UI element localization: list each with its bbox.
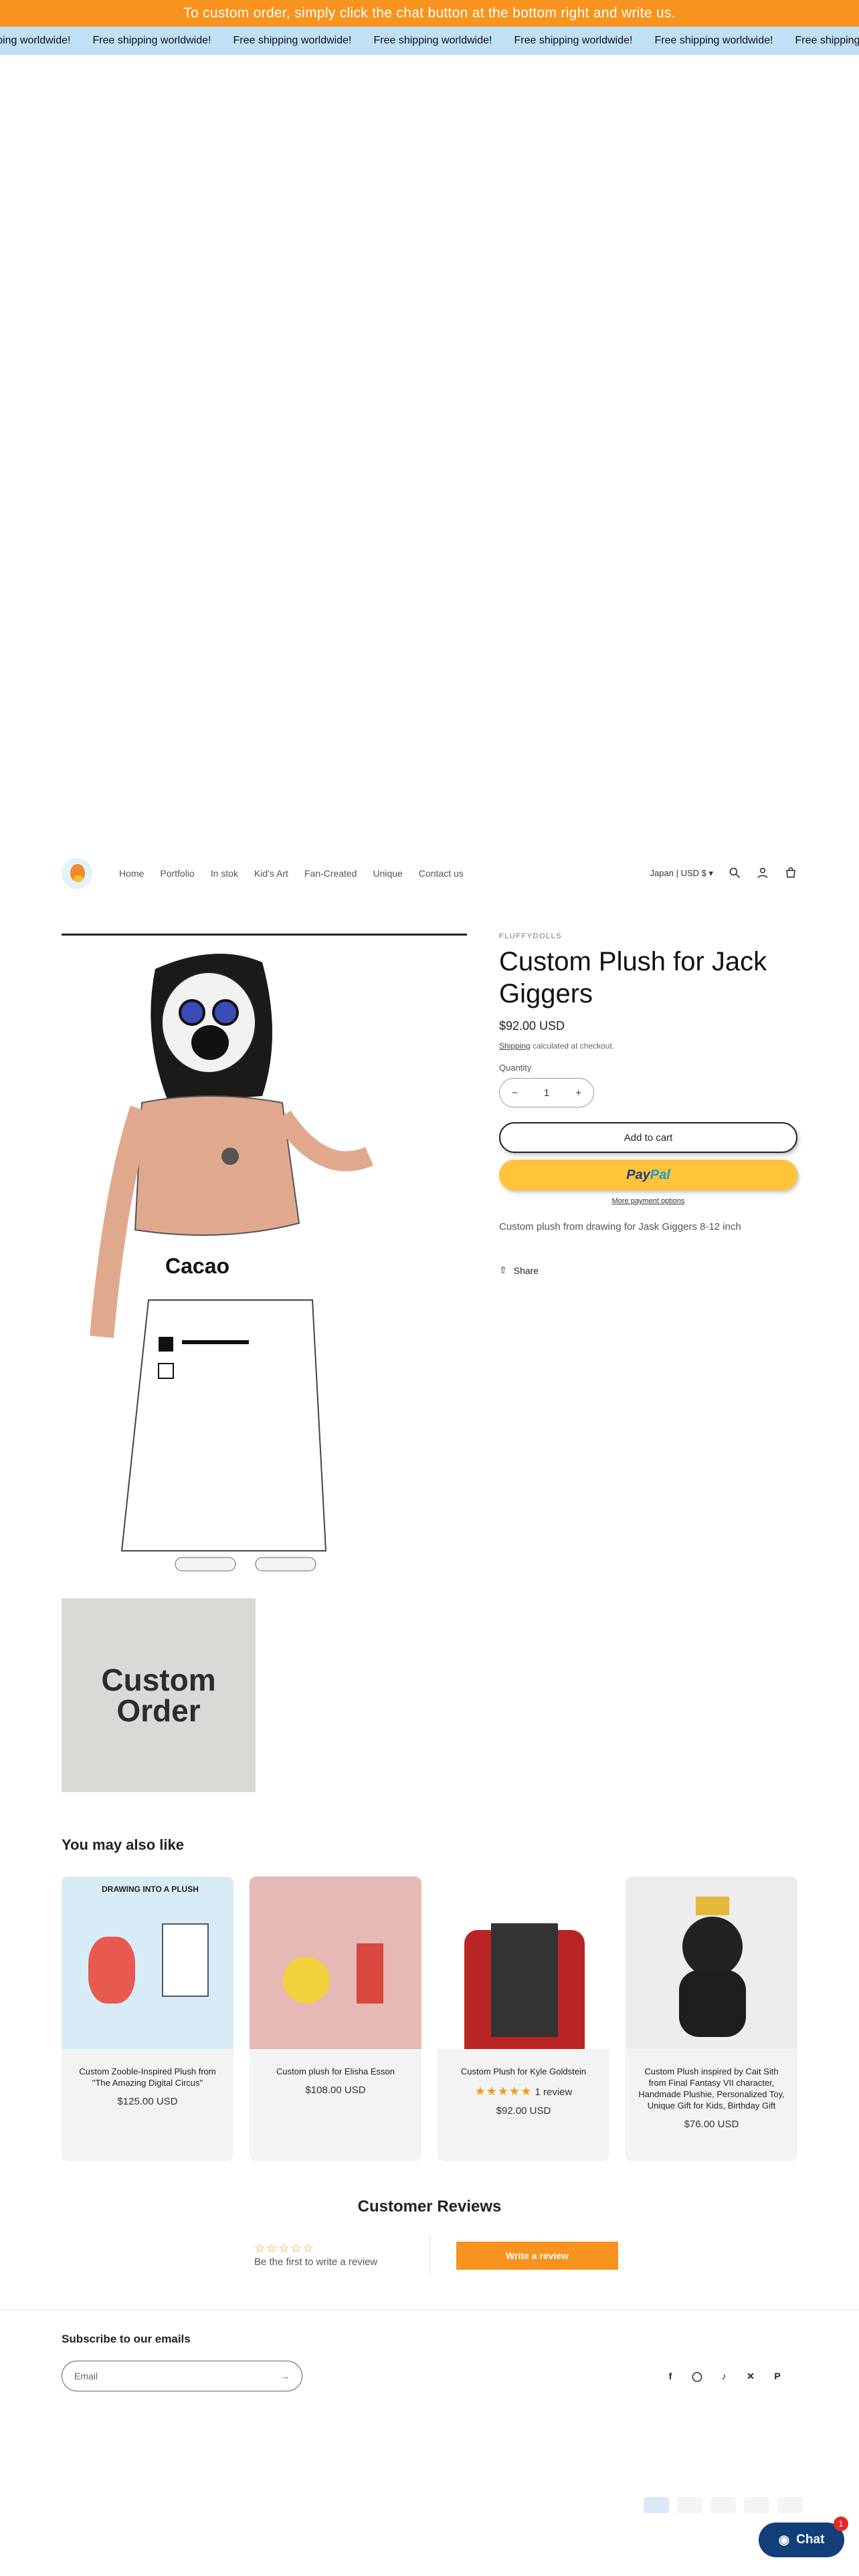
footer-divider — [0, 2310, 859, 2311]
product-card[interactable]: DRAWING INTO A PLUSH Custom Zooble-Inspi… — [62, 1876, 233, 2161]
quantity-value[interactable]: 1 — [544, 1087, 549, 1099]
product-info: FLUFFYDOLLS Custom Plush for Jack Gigger… — [499, 932, 797, 1276]
header-actions: Japan | USD $ ▾ — [650, 866, 797, 881]
nav-kids-art[interactable]: Kid's Art — [254, 868, 288, 879]
rating: ★★★★★ 1 review — [474, 2084, 573, 2098]
thumb-line2: Order — [116, 1693, 201, 1728]
marquee-item: Free shipping worldwide! — [795, 35, 859, 46]
product-card-title[interactable]: Custom Plush for Kyle Goldstein — [447, 2066, 600, 2078]
product-card-price: $108.00 USD — [305, 2084, 366, 2096]
star-rating-icon: ★★★★★ — [474, 2084, 533, 2098]
x-icon[interactable]: ✕ — [745, 2371, 756, 2381]
plus-icon[interactable]: + — [575, 1087, 581, 1099]
nav-fan-created[interactable]: Fan-Created — [304, 868, 357, 879]
product-card-image[interactable] — [438, 1876, 609, 2049]
product-price: $92.00 USD — [499, 1019, 565, 1033]
product-card-price: $76.00 USD — [684, 2118, 739, 2130]
product-card-image[interactable]: DRAWING INTO A PLUSH — [62, 1876, 233, 2049]
product-card-image[interactable] — [626, 1876, 797, 2049]
instagram-icon[interactable]: ◯ — [692, 2371, 702, 2381]
marquee-item: Free shipping worldwide! — [0, 35, 71, 46]
pinterest-icon[interactable]: P — [772, 2371, 783, 2381]
product-card-price: $92.00 USD — [496, 2105, 551, 2117]
marquee-item: Free shipping worldwide! — [373, 35, 492, 46]
product-card[interactable]: Custom plush for Elisha Esson $108.00 US… — [250, 1876, 421, 2161]
chat-bubble-icon: ◉ — [778, 2533, 790, 2547]
nav-portfolio[interactable]: Portfolio — [160, 868, 194, 879]
more-payment-options-link[interactable]: More payment options — [499, 1197, 797, 1205]
shirt-text: Cacao — [165, 1254, 229, 1278]
quantity-label: Quantity — [499, 1063, 532, 1073]
email-field[interactable]: Email → — [62, 2361, 302, 2391]
add-to-cart-button[interactable]: Add to cart — [499, 1122, 797, 1153]
nav-contact[interactable]: Contact us — [419, 868, 464, 879]
product-card-title[interactable]: Custom plush for Elisha Esson — [259, 2066, 412, 2078]
facebook-icon[interactable]: f — [665, 2371, 676, 2381]
product-card-price: $125.00 USD — [117, 2095, 178, 2107]
currency-selector[interactable]: Japan | USD $ ▾ — [650, 868, 713, 879]
product-vendor: FLUFFYDOLLS — [499, 932, 563, 940]
nav-unique[interactable]: Unique — [373, 868, 402, 879]
related-products: DRAWING INTO A PLUSH Custom Zooble-Inspi… — [62, 1876, 797, 2161]
product-main-image[interactable]: Cacao — [62, 934, 467, 1593]
chat-notification-badge: 1 — [834, 2516, 848, 2531]
product-thumbnail[interactable]: Custom Order — [62, 1598, 256, 1792]
shipping-link[interactable]: Shipping — [499, 1041, 531, 1051]
marquee-item: Free shipping worldwide! — [92, 35, 211, 46]
marquee-item: Free shipping worldwide! — [233, 35, 352, 46]
chat-button[interactable]: ◉ Chat — [759, 2523, 844, 2557]
product-card-title[interactable]: Custom Zooble-Inspired Plush from "The A… — [71, 2066, 224, 2089]
reviews-title: Customer Reviews — [357, 2197, 502, 2216]
site-header: Home Portfolio In stok Kid's Art Fan-Cre… — [62, 855, 797, 892]
marquee-item: Free shipping worldwide! — [654, 35, 773, 46]
announcement-text: To custom order, simply click the chat b… — [183, 5, 676, 21]
search-icon[interactable] — [728, 866, 741, 881]
nav-home[interactable]: Home — [119, 868, 144, 879]
product-card[interactable]: Custom Plush inspired by Cait Sith from … — [626, 1876, 797, 2161]
share-icon: ⇧ — [499, 1265, 507, 1275]
marquee-item: Free shipping worldwide! — [514, 35, 633, 46]
arrow-right-icon[interactable]: → — [280, 2371, 290, 2381]
payment-icons — [644, 2497, 803, 2513]
paypal-button[interactable]: Pay Pal — [499, 1160, 797, 1190]
product-card[interactable]: Custom Plush for Kyle Goldstein ★★★★★ 1 … — [438, 1876, 609, 2161]
account-icon[interactable] — [756, 866, 769, 881]
minus-icon[interactable]: − — [512, 1087, 518, 1099]
apple-pay-icon — [677, 2497, 702, 2513]
empty-stars-icon: ☆☆☆☆☆ — [254, 2242, 315, 2255]
product-description: Custom plush from drawing for Jask Gigge… — [499, 1221, 741, 1232]
social-links: f ◯ ♪ ✕ P — [665, 2371, 783, 2382]
amex-icon — [644, 2497, 669, 2513]
subscribe-heading: Subscribe to our emails — [62, 2333, 191, 2345]
nav-in-stock[interactable]: In stok — [211, 868, 238, 879]
shipping-note: Shipping calculated at checkout. — [499, 1041, 615, 1051]
tiktok-icon[interactable]: ♪ — [719, 2371, 729, 2381]
shipping-marquee: Free shipping worldwide! Free shipping w… — [0, 27, 859, 55]
store-logo[interactable] — [62, 858, 92, 889]
share-button[interactable]: ⇧ Share — [499, 1265, 797, 1276]
write-review-button[interactable]: Write a review — [456, 2242, 618, 2270]
mastercard-icon — [710, 2497, 736, 2513]
product-card-image[interactable] — [250, 1876, 421, 2049]
quantity-stepper[interactable]: − 1 + — [499, 1078, 594, 1107]
thumb-line1: Custom — [101, 1662, 216, 1697]
cart-icon[interactable] — [784, 866, 797, 881]
reviews-empty-text: Be the first to write a review — [254, 2256, 378, 2268]
announcement-bar: To custom order, simply click the chat b… — [0, 0, 859, 27]
visa-icon — [777, 2497, 803, 2513]
paypal-icon — [744, 2497, 769, 2513]
related-heading: You may also like — [62, 1836, 185, 1853]
product-card-title[interactable]: Custom Plush inspired by Cait Sith from … — [635, 2066, 788, 2112]
main-nav: Home Portfolio In stok Kid's Art Fan-Cre… — [119, 868, 464, 879]
product-title: Custom Plush for Jack Giggers — [499, 947, 767, 1008]
